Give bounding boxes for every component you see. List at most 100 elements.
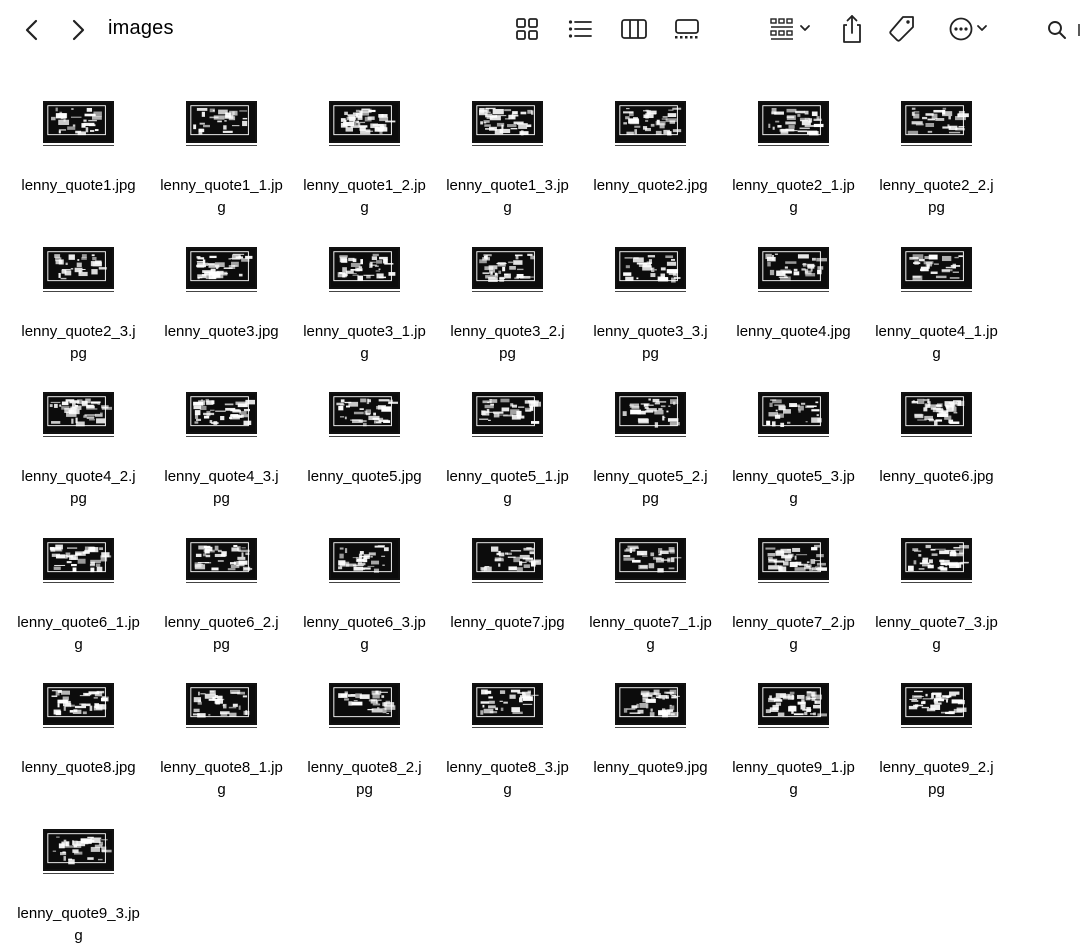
file-thumbnail[interactable] xyxy=(615,246,686,289)
file-thumbnail[interactable] xyxy=(43,828,114,871)
file-name[interactable]: lenny_quote8_3.jp g xyxy=(436,757,579,801)
file-thumbnail[interactable] xyxy=(329,101,400,143)
file-thumbnail[interactable] xyxy=(186,246,257,289)
file-item[interactable]: lenny_quote1_2.jp g xyxy=(293,90,436,236)
file-item[interactable]: lenny_quote2_3.j pg xyxy=(7,236,150,382)
file-item[interactable]: lenny_quote1.jpg xyxy=(7,90,150,236)
file-name[interactable]: lenny_quote6_3.jp g xyxy=(293,612,436,656)
file-name[interactable]: lenny_quote1.jpg xyxy=(7,175,150,197)
file-name[interactable]: lenny_quote3_1.jp g xyxy=(293,321,436,365)
file-name[interactable]: lenny_quote5_2.j pg xyxy=(579,466,722,510)
file-name[interactable]: lenny_quote3_2.j pg xyxy=(436,321,579,365)
file-thumbnail[interactable] xyxy=(901,683,972,726)
gallery-view-button[interactable] xyxy=(672,15,702,43)
file-item[interactable]: lenny_quote6_2.j pg xyxy=(150,527,293,673)
file-item[interactable]: lenny_quote8.jpg xyxy=(7,672,150,818)
file-name[interactable]: lenny_quote3_3.j pg xyxy=(579,321,722,365)
file-item[interactable]: lenny_quote4_1.jp g xyxy=(865,236,1008,382)
share-button[interactable] xyxy=(838,13,866,45)
file-item[interactable]: lenny_quote2_1.jp g xyxy=(722,90,865,236)
file-thumbnail[interactable] xyxy=(43,683,114,726)
file-item[interactable]: lenny_quote1_1.jp g xyxy=(150,90,293,236)
file-item[interactable]: lenny_quote2.jpg xyxy=(579,90,722,236)
file-item[interactable]: lenny_quote3.jpg xyxy=(150,236,293,382)
file-name[interactable]: lenny_quote3.jpg xyxy=(150,321,293,343)
file-thumbnail[interactable] xyxy=(329,392,400,435)
file-name[interactable]: lenny_quote4.jpg xyxy=(722,321,865,343)
file-thumbnail[interactable] xyxy=(472,683,543,726)
file-item[interactable]: lenny_quote5_3.jp g xyxy=(722,381,865,527)
file-thumbnail[interactable] xyxy=(329,537,400,580)
file-name[interactable]: lenny_quote7.jpg xyxy=(436,612,579,634)
file-thumbnail[interactable] xyxy=(329,246,400,289)
file-item[interactable]: lenny_quote6_1.jp g xyxy=(7,527,150,673)
file-thumbnail[interactable] xyxy=(43,101,114,143)
file-item[interactable]: lenny_quote9.jpg xyxy=(579,672,722,818)
file-name[interactable]: lenny_quote5_3.jp g xyxy=(722,466,865,510)
file-item[interactable]: lenny_quote3_2.j pg xyxy=(436,236,579,382)
file-thumbnail[interactable] xyxy=(186,392,257,435)
file-name[interactable]: lenny_quote8.jpg xyxy=(7,757,150,779)
file-item[interactable]: lenny_quote6_3.jp g xyxy=(293,527,436,673)
file-thumbnail[interactable] xyxy=(615,101,686,143)
file-item[interactable]: lenny_quote8_1.jp g xyxy=(150,672,293,818)
file-name[interactable]: lenny_quote7_1.jp g xyxy=(579,612,722,656)
file-name[interactable]: lenny_quote5_1.jp g xyxy=(436,466,579,510)
list-view-button[interactable] xyxy=(566,15,594,43)
file-item[interactable]: lenny_quote3_3.j pg xyxy=(579,236,722,382)
file-item[interactable]: lenny_quote9_1.jp g xyxy=(722,672,865,818)
file-item[interactable]: lenny_quote2_2.j pg xyxy=(865,90,1008,236)
file-thumbnail[interactable] xyxy=(901,246,972,289)
file-item[interactable]: lenny_quote7_1.jp g xyxy=(579,527,722,673)
file-name[interactable]: lenny_quote7_3.jp g xyxy=(865,612,1008,656)
file-thumbnail[interactable] xyxy=(472,392,543,435)
file-name[interactable]: lenny_quote4_2.j pg xyxy=(7,466,150,510)
file-thumbnail[interactable] xyxy=(472,537,543,580)
file-thumbnail[interactable] xyxy=(615,392,686,435)
file-item[interactable]: lenny_quote5_1.jp g xyxy=(436,381,579,527)
file-name[interactable]: lenny_quote1_1.jp g xyxy=(150,175,293,219)
file-name[interactable]: lenny_quote2.jpg xyxy=(579,175,722,197)
file-thumbnail[interactable] xyxy=(758,392,829,435)
file-thumbnail[interactable] xyxy=(901,537,972,580)
file-item[interactable]: lenny_quote4_2.j pg xyxy=(7,381,150,527)
file-thumbnail[interactable] xyxy=(758,683,829,726)
file-name[interactable]: lenny_quote2_2.j pg xyxy=(865,175,1008,219)
file-name[interactable]: lenny_quote5.jpg xyxy=(293,466,436,488)
search-button[interactable] xyxy=(1046,19,1068,41)
file-thumbnail[interactable] xyxy=(329,683,400,726)
file-thumbnail[interactable] xyxy=(901,101,972,143)
file-item[interactable]: lenny_quote7.jpg xyxy=(436,527,579,673)
file-name[interactable]: lenny_quote9_2.j pg xyxy=(865,757,1008,801)
file-name[interactable]: lenny_quote2_1.jp g xyxy=(722,175,865,219)
file-thumbnail[interactable] xyxy=(758,246,829,289)
column-view-button[interactable] xyxy=(619,15,649,43)
file-name[interactable]: lenny_quote2_3.j pg xyxy=(7,321,150,365)
file-item[interactable]: lenny_quote4.jpg xyxy=(722,236,865,382)
file-item[interactable]: lenny_quote1_3.jp g xyxy=(436,90,579,236)
file-thumbnail[interactable] xyxy=(901,392,972,435)
back-button[interactable] xyxy=(18,16,46,44)
file-thumbnail[interactable] xyxy=(43,246,114,289)
file-thumbnail[interactable] xyxy=(472,101,543,143)
file-thumbnail[interactable] xyxy=(472,246,543,289)
forward-button[interactable] xyxy=(64,16,92,44)
file-name[interactable]: lenny_quote9_3.jp g xyxy=(7,903,150,946)
file-item[interactable]: lenny_quote6.jpg xyxy=(865,381,1008,527)
file-name[interactable]: lenny_quote1_2.jp g xyxy=(293,175,436,219)
icon-view-button[interactable] xyxy=(513,15,541,43)
file-thumbnail[interactable] xyxy=(615,537,686,580)
file-name[interactable]: lenny_quote6.jpg xyxy=(865,466,1008,488)
file-thumbnail[interactable] xyxy=(186,101,257,143)
file-name[interactable]: lenny_quote7_2.jp g xyxy=(722,612,865,656)
file-item[interactable]: lenny_quote9_2.j pg xyxy=(865,672,1008,818)
more-actions-button[interactable] xyxy=(943,15,993,43)
file-name[interactable]: lenny_quote6_1.jp g xyxy=(7,612,150,656)
file-item[interactable]: lenny_quote3_1.jp g xyxy=(293,236,436,382)
file-item[interactable]: lenny_quote9_3.jp g xyxy=(7,818,150,946)
file-item[interactable]: lenny_quote7_3.jp g xyxy=(865,527,1008,673)
file-thumbnail[interactable] xyxy=(43,392,114,435)
file-name[interactable]: lenny_quote1_3.jp g xyxy=(436,175,579,219)
file-thumbnail[interactable] xyxy=(186,537,257,580)
file-item[interactable]: lenny_quote7_2.jp g xyxy=(722,527,865,673)
